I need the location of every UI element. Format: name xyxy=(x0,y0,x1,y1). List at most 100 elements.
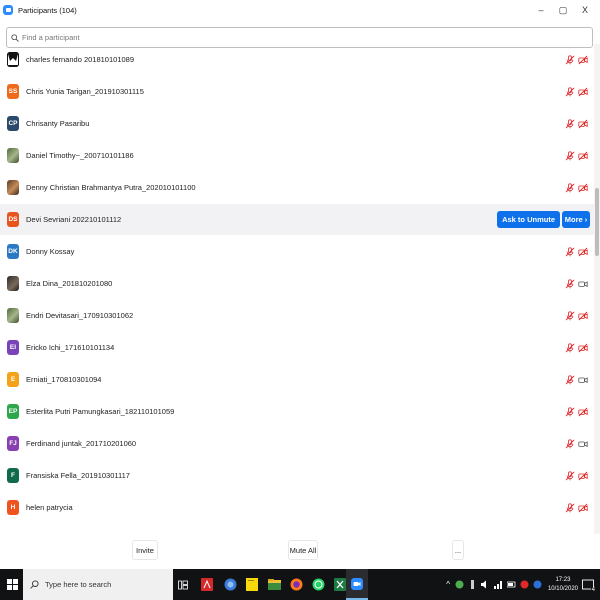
video-off-icon xyxy=(578,119,588,128)
participant-status xyxy=(565,438,588,449)
participant-row[interactable]: EI Ericko Ichi_171610101134 xyxy=(0,332,594,363)
excel-icon xyxy=(334,578,346,591)
system-tray: ^ 17:23 10/10/2020 4 xyxy=(443,569,600,600)
network-icon[interactable] xyxy=(493,580,503,589)
participant-row[interactable]: FJ Ferdinand juntak_201710201060 xyxy=(0,428,594,459)
participant-status xyxy=(565,246,588,257)
participant-row[interactable]: DK Donny Kossay xyxy=(0,236,594,267)
participant-avatar: F xyxy=(7,468,19,483)
browser-icon xyxy=(224,578,236,591)
participant-avatar: E xyxy=(7,372,19,387)
zoom-icon xyxy=(351,577,363,590)
taskbar-firefox[interactable] xyxy=(285,569,307,600)
muted-mic-icon xyxy=(565,342,575,352)
muted-mic-icon xyxy=(565,246,575,256)
ask-to-unmute-button[interactable]: Ask to Unmute xyxy=(497,211,560,228)
search-input[interactable] xyxy=(22,33,562,42)
participant-name: Donny Kossay xyxy=(26,247,75,256)
participant-name: Chris Yunia Tarigan_201910301115 xyxy=(26,87,144,96)
scrollbar-thumb[interactable] xyxy=(595,188,599,256)
mute-all-button[interactable]: Mute All xyxy=(288,540,318,560)
participant-row[interactable]: CP Chrisanty Pasaribu xyxy=(0,108,594,139)
battery-icon[interactable] xyxy=(506,580,516,589)
task-view-button[interactable] xyxy=(172,569,194,600)
video-off-icon xyxy=(578,343,588,352)
video-off-icon xyxy=(578,311,588,320)
security-icon[interactable] xyxy=(455,580,464,589)
invite-button[interactable]: Invite xyxy=(132,540,158,560)
usb-icon[interactable] xyxy=(468,580,477,589)
action-center-button[interactable]: 4 xyxy=(582,578,596,593)
close-button[interactable]: X xyxy=(574,5,596,15)
taskbar-sticky-notes[interactable] xyxy=(241,569,263,600)
video-on-icon xyxy=(578,376,588,383)
start-button[interactable] xyxy=(0,569,24,600)
antivirus-icon[interactable] xyxy=(520,580,529,589)
video-off-icon xyxy=(578,471,588,480)
taskbar-search-box[interactable]: Type here to search xyxy=(23,569,173,600)
participant-row[interactable]: EP Esterlita Putri Pamungkasari_182110101… xyxy=(0,396,594,427)
participant-name: Erniati_170810301094 xyxy=(26,375,102,384)
participant-name: Esterlita Putri Pamungkasari_18211010105… xyxy=(26,407,175,416)
taskbar-zoom[interactable] xyxy=(346,569,368,600)
participant-more-button[interactable]: More › xyxy=(562,211,590,228)
participant-name: Devi Sevriani 202210101112 xyxy=(26,215,122,224)
list-scrollbar[interactable] xyxy=(594,44,600,534)
folder-icon xyxy=(267,579,281,590)
person-silhouette-icon xyxy=(7,52,19,67)
more-options-button[interactable]: ... xyxy=(452,540,464,560)
participant-photo-avatar xyxy=(7,276,19,291)
muted-mic-icon xyxy=(565,438,575,448)
notification-count: 4 xyxy=(590,586,596,593)
muted-mic-icon xyxy=(565,150,575,160)
task-view-icon xyxy=(178,580,188,589)
firefox-icon xyxy=(290,578,302,591)
search-icon xyxy=(11,33,19,42)
whatsapp-icon xyxy=(312,578,324,591)
participant-status xyxy=(565,406,588,417)
taskbar-whatsapp[interactable] xyxy=(307,569,329,600)
participant-row[interactable]: Daniel Timothy~_200710101186 xyxy=(0,140,594,171)
video-off-icon xyxy=(578,55,588,64)
participant-name: Endri Devitasari_170910301062 xyxy=(26,311,134,320)
participant-row[interactable]: Elza Dina_201810201080 xyxy=(0,268,594,299)
participant-row[interactable]: Hhelen patrycia xyxy=(0,492,594,523)
participant-name: Ferdinand juntak_201710201060 xyxy=(26,439,137,448)
participant-row[interactable]: Denny Christian Brahmantya Putra_2020101… xyxy=(0,172,594,203)
participant-row[interactable]: SS Chris Yunia Tarigan_201910301115 xyxy=(0,76,594,107)
windows-taskbar: Type here to search ^ 17:23 10/10/2020 4 xyxy=(0,569,600,600)
muted-mic-icon xyxy=(565,54,575,64)
taskbar-browser[interactable] xyxy=(219,569,241,600)
participant-avatar: CP xyxy=(7,116,19,131)
participant-row[interactable]: E Erniati_170810301094 xyxy=(0,364,594,395)
muted-mic-icon xyxy=(565,502,575,512)
muted-mic-icon xyxy=(565,310,575,320)
participant-row[interactable]: charles fernando 201810101089 xyxy=(0,44,594,75)
participant-row[interactable]: DS Devi Sevriani 202210101112 Ask to Unmut… xyxy=(0,204,594,235)
participant-row[interactable]: F Fransiska Fella_201910301117 xyxy=(0,460,594,491)
speaker-icon[interactable] xyxy=(480,580,490,589)
muted-mic-icon xyxy=(565,406,575,416)
participant-status xyxy=(565,118,588,129)
participant-avatar: DS xyxy=(7,212,19,227)
minimize-button[interactable]: – xyxy=(530,5,552,15)
participant-name: Denny Christian Brahmantya Putra_2020101… xyxy=(26,183,196,192)
participant-status xyxy=(565,54,588,65)
participant-name: Ericko Ichi_171610101134 xyxy=(26,343,115,352)
restore-button[interactable]: ▢ xyxy=(552,5,574,16)
participant-name: Elza Dina_201810201080 xyxy=(26,279,113,288)
taskbar-acrobat[interactable] xyxy=(196,569,218,600)
video-off-icon xyxy=(578,183,588,192)
participant-status xyxy=(565,86,588,97)
video-off-icon xyxy=(578,503,588,512)
muted-mic-icon xyxy=(565,278,575,288)
participant-row[interactable]: Endri Devitasari_170910301062 xyxy=(0,300,594,331)
bluetooth-icon[interactable] xyxy=(533,580,542,589)
video-off-icon xyxy=(578,407,588,416)
sticky-notes-icon xyxy=(246,578,258,591)
taskbar-clock[interactable]: 17:23 10/10/2020 xyxy=(548,576,578,594)
show-hidden-icons-icon[interactable]: ^ xyxy=(446,580,450,589)
taskbar-file-explorer[interactable] xyxy=(263,569,285,600)
participant-name: Chrisanty Pasaribu xyxy=(26,119,90,128)
participant-avatar: SS xyxy=(7,84,19,99)
